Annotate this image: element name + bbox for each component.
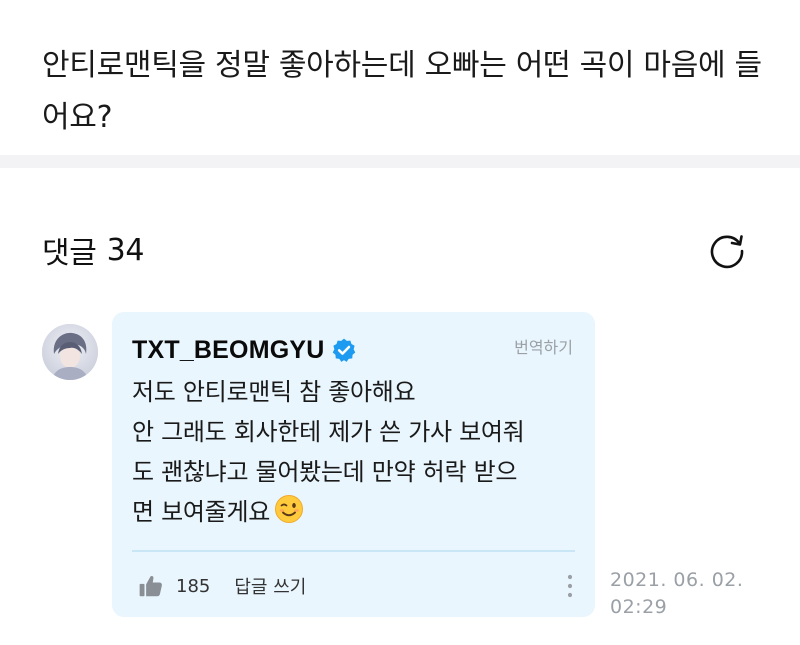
comment-line-last: 면 보여줄게요 xyxy=(132,492,582,536)
comment-timestamp: 2021. 06. 02. 02:29 xyxy=(610,567,770,621)
more-vertical-icon xyxy=(567,574,573,598)
avatar[interactable] xyxy=(42,324,98,380)
question-text: 안티로맨틱을 정말 좋아하는데 오빠는 어떤 곡이 마음에 들어요? xyxy=(42,48,762,135)
refresh-icon xyxy=(710,235,744,269)
section-divider xyxy=(0,155,800,168)
comment-author-row: TXT_BEOMGYU xyxy=(132,334,357,366)
comment-author[interactable]: TXT_BEOMGYU xyxy=(132,336,325,365)
comment-date: 2021. 06. 02. xyxy=(610,569,744,591)
comment-line: 면 보여줄게요 xyxy=(132,498,271,526)
comment-line: 도 괜찮냐고 물어봤는데 만약 허락 받으 xyxy=(132,458,518,486)
reply-button[interactable]: 답글 쓰기 xyxy=(234,573,306,599)
comment-divider xyxy=(132,550,575,552)
comment-bubble: TXT_BEOMGYU 번역하기 저도 안티로맨틱 참 좋아해요 안 그래도 회… xyxy=(112,312,595,617)
translate-button[interactable]: 번역하기 xyxy=(514,334,573,358)
refresh-button[interactable] xyxy=(704,228,750,274)
thumbs-up-icon xyxy=(139,575,162,597)
like-button[interactable]: 185 xyxy=(138,573,210,599)
comment-time: 02:29 xyxy=(610,596,668,618)
verified-badge-icon xyxy=(331,337,357,363)
more-options-button[interactable] xyxy=(562,572,578,600)
comment-line: 저도 안티로맨틱 참 좋아해요 xyxy=(132,378,416,406)
comments-count: 34 xyxy=(106,232,145,268)
comments-header: 댓글 34 xyxy=(42,228,144,272)
comment-body: 저도 안티로맨틱 참 좋아해요 안 그래도 회사한테 제가 쓴 가사 보여줘 도… xyxy=(132,372,582,536)
comment-line: 안 그래도 회사한테 제가 쓴 가사 보여줘 xyxy=(132,418,525,446)
comment-actions: 185 답글 쓰기 xyxy=(138,570,578,602)
like-count: 185 xyxy=(176,575,211,597)
winking-face-icon xyxy=(274,494,304,536)
comments-label: 댓글 xyxy=(42,236,97,271)
